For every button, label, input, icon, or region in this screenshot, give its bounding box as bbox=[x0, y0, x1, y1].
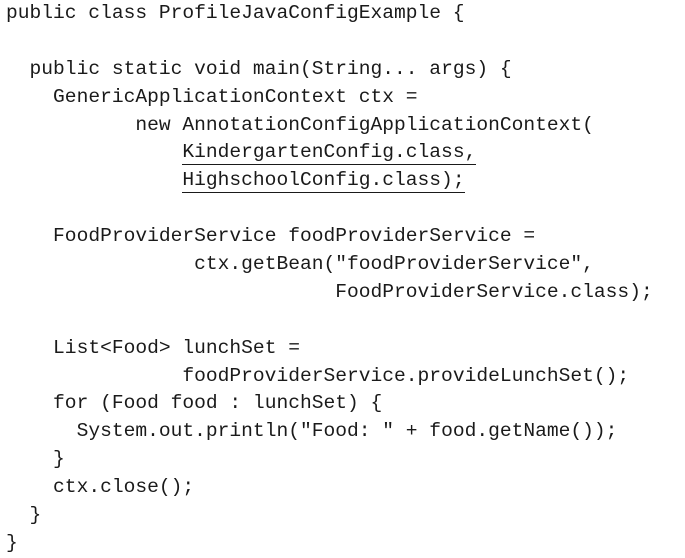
code-text: ctx.close(); bbox=[53, 476, 195, 499]
code-line: List<Food> lunchSet = bbox=[6, 335, 685, 363]
code-line: GenericApplicationContext ctx = bbox=[6, 84, 685, 112]
code-line: for (Food food : lunchSet) { bbox=[6, 390, 685, 418]
code-line: new AnnotationConfigApplicationContext( bbox=[6, 112, 685, 140]
code-text: } bbox=[29, 504, 42, 527]
code-text: ctx.getBean("foodProviderService", bbox=[194, 253, 594, 276]
code-underlined-text: HighschoolConfig.class); bbox=[182, 169, 465, 194]
code-line: } bbox=[6, 446, 685, 474]
code-line: FoodProviderService.class); bbox=[6, 279, 685, 307]
code-text: GenericApplicationContext ctx = bbox=[53, 85, 418, 108]
code-line: System.out.println("Food: " + food.getNa… bbox=[6, 418, 685, 446]
code-line: FoodProviderService foodProviderService … bbox=[6, 223, 685, 251]
code-text: System.out.println("Food: " + food.getNa… bbox=[76, 420, 618, 443]
code-line: HighschoolConfig.class); bbox=[6, 167, 685, 195]
code-underlined-text: KindergartenConfig.class, bbox=[182, 141, 477, 166]
code-text: FoodProviderService.class); bbox=[335, 280, 653, 303]
code-line: ctx.getBean("foodProviderService", bbox=[6, 251, 685, 279]
code-text: public class ProfileJavaConfigExample { bbox=[6, 2, 465, 24]
code-line: KindergartenConfig.class, bbox=[6, 139, 685, 167]
code-line: foodProviderService.provideLunchSet(); bbox=[6, 363, 685, 391]
code-text: } bbox=[6, 531, 18, 554]
code-line: ctx.close(); bbox=[6, 474, 685, 502]
code-line: } bbox=[6, 530, 685, 558]
code-text: for (Food food : lunchSet) { bbox=[53, 392, 383, 415]
code-text: List<Food> lunchSet = bbox=[53, 336, 300, 359]
code-listing: public class ProfileJavaConfigExample { … bbox=[6, 0, 685, 558]
code-text: } bbox=[53, 448, 65, 471]
code-text: new AnnotationConfigApplicationContext( bbox=[135, 113, 594, 136]
code-line: public class ProfileJavaConfigExample { bbox=[6, 0, 685, 28]
code-text: public static void main(String... args) … bbox=[29, 57, 512, 80]
code-text: foodProviderService.provideLunchSet(); bbox=[182, 364, 630, 387]
code-line: public static void main(String... args) … bbox=[6, 56, 685, 84]
code-line: } bbox=[6, 502, 685, 530]
code-text: FoodProviderService foodProviderService … bbox=[53, 225, 536, 248]
